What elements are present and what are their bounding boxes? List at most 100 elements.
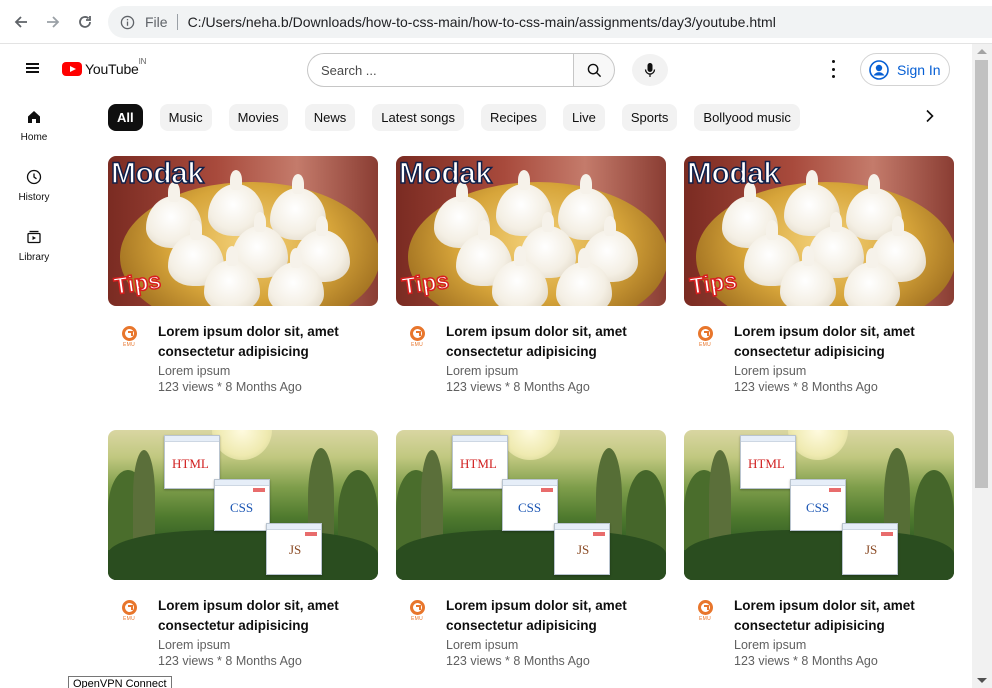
video-card[interactable]: HTML CSS JS EMU Lorem ipsum dolor sit, amet c… [396, 430, 666, 688]
video-card[interactable]: Modak Tips EMU Lorem ipsum dolor sit, amet c… [684, 156, 954, 430]
video-title-line: Lorem ipsum dolor sit, amet [446, 598, 627, 613]
page-scrollbar[interactable] [972, 44, 992, 688]
channel-avatar-icon[interactable]: EMU [694, 600, 716, 626]
video-text: Lorem ipsum dolor sit, amet consectetur a… [446, 322, 666, 394]
voice-search-button[interactable] [632, 54, 668, 86]
channel-name[interactable]: Lorem ipsum [446, 638, 666, 652]
more-options-icon[interactable] [829, 60, 837, 78]
page: { "browser": { "scheme": "File", "url": … [0, 0, 992, 688]
reload-button[interactable] [74, 11, 96, 33]
video-meta: EMU Lorem ipsum dolor sit, amet consectetu… [108, 322, 378, 394]
video-title-line: consectetur adipisicing [446, 618, 597, 633]
sidebar-item-history[interactable]: History [0, 160, 68, 220]
video-title-line: consectetur adipisicing [734, 618, 885, 633]
chip-music[interactable]: Music [159, 103, 212, 131]
video-thumbnail[interactable]: HTML CSS JS [684, 430, 954, 580]
youtube-logo[interactable]: YouTubeIN [62, 57, 147, 77]
video-title-line: consectetur adipisicing [734, 344, 885, 359]
sidebar-item-home[interactable]: Home [0, 100, 68, 160]
channel-avatar-icon[interactable]: EMU [694, 326, 716, 352]
video-title[interactable]: Lorem ipsum dolor sit, amet consectetur a… [734, 596, 954, 636]
video-card[interactable]: Modak Tips EMU Lorem ipsum dolor sit, amet c… [396, 156, 666, 430]
channel-avatar-icon[interactable]: EMU [406, 600, 428, 626]
logo-region: IN [138, 57, 147, 67]
video-title-line: Lorem ipsum dolor sit, amet [734, 598, 915, 613]
search-button[interactable] [573, 53, 615, 87]
channel-name[interactable]: Lorem ipsum [734, 638, 954, 652]
chip-news[interactable]: News [304, 103, 356, 131]
video-stats: 123 views * 8 Months Ago [158, 654, 302, 668]
channel-name[interactable]: Lorem ipsum [158, 638, 378, 652]
arrow-right-icon [47, 15, 60, 28]
video-text: Lorem ipsum dolor sit, amet consectetur a… [158, 322, 378, 394]
scroll-thumb[interactable] [975, 60, 988, 488]
sign-in-button[interactable]: Sign In [860, 53, 950, 86]
history-icon [25, 168, 43, 186]
channel-avatar-icon[interactable]: EMU [406, 326, 428, 352]
video-title[interactable]: Lorem ipsum dolor sit, amet consectetur a… [446, 322, 666, 362]
chip-live[interactable]: Live [562, 103, 605, 131]
thumbnail-window-label: HTML [172, 456, 209, 471]
video-thumbnail[interactable]: Modak Tips [684, 156, 954, 306]
sign-in-label: Sign In [897, 61, 941, 78]
thumbnail-window: JS [266, 523, 322, 575]
sidebar-item-library[interactable]: Library [0, 220, 68, 280]
video-thumbnail[interactable]: Modak Tips [396, 156, 666, 306]
video-title-line: Lorem ipsum dolor sit, amet [158, 598, 339, 613]
thumbnail-title: Modak [398, 156, 493, 191]
chip-movies[interactable]: Movies [228, 103, 288, 131]
channel-brand: EMU [410, 342, 423, 348]
channel-brand: EMU [122, 342, 135, 348]
chevron-right-icon[interactable] [918, 104, 942, 128]
video-card[interactable]: HTML CSS JS EMU Lorem ipsum dolor sit, amet c… [684, 430, 954, 688]
channel-name[interactable]: Lorem ipsum [158, 364, 378, 378]
video-stats: 123 views * 8 Months Ago [158, 380, 302, 394]
video-title[interactable]: Lorem ipsum dolor sit, amet consectetur a… [446, 596, 666, 636]
video-grid: Modak Tips EMU Lorem ipsum dolor sit, amet c… [108, 156, 954, 688]
video-title[interactable]: Lorem ipsum dolor sit, amet consectetur a… [158, 596, 378, 636]
channel-brand: EMU [698, 616, 711, 622]
thumbnail-window: CSS [790, 479, 846, 531]
video-card[interactable]: HTML CSS JS EMU Lorem ipsum dolor sit, amet c… [108, 430, 378, 688]
video-title[interactable]: Lorem ipsum dolor sit, amet consectetur a… [734, 322, 954, 362]
logo-text: YouTubeIN [85, 57, 147, 77]
taskbar-tooltip: OpenVPN Connect [68, 676, 172, 688]
chip-latest-songs[interactable]: Latest songs [372, 103, 464, 131]
video-stats: 123 views * 8 Months Ago [734, 654, 878, 668]
arrow-left-icon [14, 15, 27, 28]
home-icon [25, 108, 43, 126]
video-thumbnail[interactable]: HTML CSS JS [396, 430, 666, 580]
info-icon[interactable] [120, 15, 135, 30]
video-text: Lorem ipsum dolor sit, amet consectetur a… [446, 596, 666, 668]
video-text: Lorem ipsum dolor sit, amet consectetur a… [734, 322, 954, 394]
video-thumbnail[interactable]: HTML CSS JS [108, 430, 378, 580]
microphone-icon [644, 63, 656, 77]
sidebar: Home History Library [0, 100, 68, 280]
search-input[interactable] [307, 53, 573, 87]
filter-chips: All Music Movies News Latest songs Recip… [108, 103, 948, 131]
channel-avatar-icon[interactable]: EMU [118, 600, 140, 626]
channel-name[interactable]: Lorem ipsum [446, 364, 666, 378]
scroll-down-icon[interactable] [977, 678, 987, 683]
video-title[interactable]: Lorem ipsum dolor sit, amet consectetur a… [158, 322, 378, 362]
thumbnail-window-label: HTML [748, 456, 785, 471]
sidebar-item-label: Library [18, 252, 50, 263]
address-bar[interactable]: File C:/Users/neha.b/Downloads/how-to-cs… [108, 6, 992, 38]
channel-name[interactable]: Lorem ipsum [734, 364, 954, 378]
scroll-up-icon[interactable] [977, 49, 987, 54]
chip-all[interactable]: All [108, 103, 143, 131]
video-title-line: consectetur adipisicing [446, 344, 597, 359]
hamburger-menu-icon[interactable] [26, 61, 44, 79]
video-thumbnail[interactable]: Modak Tips [108, 156, 378, 306]
back-button[interactable] [10, 11, 32, 33]
video-title-line: Lorem ipsum dolor sit, amet [158, 324, 339, 339]
forward-button[interactable] [42, 11, 64, 33]
chip-recipes[interactable]: Recipes [481, 103, 546, 131]
channel-avatar-icon[interactable]: EMU [118, 326, 140, 352]
chip-bollyood-music[interactable]: Bollyood music [694, 103, 800, 131]
video-card[interactable]: Modak Tips EMU Lorem ipsum dolor sit, amet c… [108, 156, 378, 430]
chip-sports[interactable]: Sports [621, 103, 678, 131]
video-stats: 123 views * 8 Months Ago [446, 654, 590, 668]
thumbnail-window-label: CSS [806, 500, 830, 515]
video-meta: EMU Lorem ipsum dolor sit, amet consectetu… [684, 596, 954, 668]
